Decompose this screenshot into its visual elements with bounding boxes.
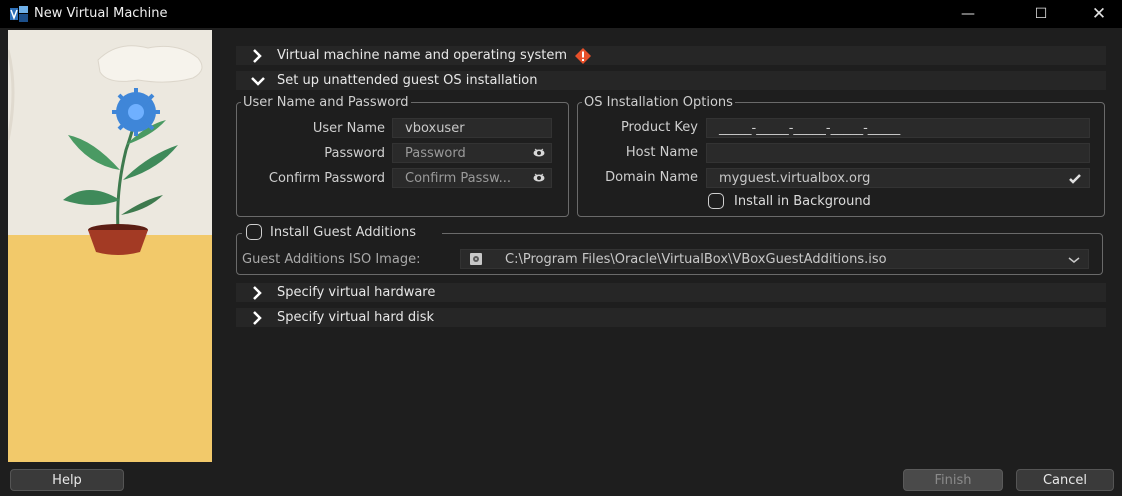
confirm-password-label: Confirm Password xyxy=(268,171,385,186)
username-label: User Name xyxy=(312,121,385,136)
section-unattended[interactable]: Set up unattended guest OS installation xyxy=(236,71,1106,90)
guest-additions-iso-path: C:\Program Files\Oracle\VirtualBox\VBoxG… xyxy=(505,251,887,267)
flower-pot-illustration xyxy=(8,30,212,462)
host-name-input[interactable] xyxy=(706,143,1090,163)
cancel-button[interactable]: Cancel xyxy=(1016,469,1114,491)
confirm-password-input[interactable]: Confirm Passw... xyxy=(392,168,552,188)
title-bar: New Virtual Machine — ☐ ✕ xyxy=(0,0,1122,28)
help-button[interactable]: Help xyxy=(10,469,124,491)
domain-name-value: myguest.virtualbox.org xyxy=(719,170,871,186)
minimize-button[interactable]: — xyxy=(945,0,991,28)
disc-image-icon xyxy=(470,253,482,265)
username-input[interactable]: vboxuser xyxy=(392,118,552,138)
chevron-right-icon xyxy=(251,285,271,300)
wizard-illustration xyxy=(8,30,212,462)
finish-button[interactable]: Finish xyxy=(903,469,1003,491)
chevron-down-icon xyxy=(1068,257,1080,263)
password-input[interactable]: Password xyxy=(392,143,552,163)
virtualbox-icon xyxy=(10,6,28,22)
chevron-right-icon xyxy=(251,48,271,63)
domain-name-input[interactable]: myguest.virtualbox.org xyxy=(706,168,1090,188)
maximize-button[interactable]: ☐ xyxy=(1018,0,1064,28)
user-password-group-title: User Name and Password xyxy=(241,95,411,110)
chevron-right-icon xyxy=(251,310,271,325)
section-hardware-label: Specify virtual hardware xyxy=(277,285,436,300)
close-button[interactable]: ✕ xyxy=(1076,0,1122,28)
section-hardware[interactable]: Specify virtual hardware xyxy=(236,283,1106,302)
install-guest-additions-checkbox[interactable] xyxy=(246,224,262,240)
section-name-os[interactable]: Virtual machine name and operating syste… xyxy=(236,46,1106,65)
install-guest-additions-label: Install Guest Additions xyxy=(270,225,417,240)
os-options-group-title: OS Installation Options xyxy=(582,95,735,110)
product-key-input[interactable]: _____-_____-_____-_____-_____ xyxy=(706,118,1090,138)
show-password-icon[interactable] xyxy=(533,148,545,158)
product-key-label: Product Key xyxy=(620,120,698,135)
domain-name-label: Domain Name xyxy=(605,170,698,185)
password-placeholder: Password xyxy=(405,145,466,161)
show-confirm-password-icon[interactable] xyxy=(533,173,545,183)
install-background-checkbox[interactable] xyxy=(708,193,724,209)
host-name-label: Host Name xyxy=(625,145,698,160)
section-hard-disk-label: Specify virtual hard disk xyxy=(277,310,435,325)
guest-additions-iso-label: Guest Additions ISO Image: xyxy=(242,252,421,267)
confirm-password-placeholder: Confirm Passw... xyxy=(405,170,511,186)
section-hard-disk[interactable]: Specify virtual hard disk xyxy=(236,308,1106,327)
window-title: New Virtual Machine xyxy=(34,6,168,21)
product-key-mask: _____-_____-_____-_____-_____ xyxy=(719,120,901,136)
checkmark-icon xyxy=(1069,174,1081,184)
chevron-down-icon xyxy=(251,75,271,87)
password-label: Password xyxy=(324,146,385,161)
username-value: vboxuser xyxy=(405,120,465,136)
section-name-os-label: Virtual machine name and operating syste… xyxy=(277,48,568,63)
guest-additions-iso-select[interactable]: C:\Program Files\Oracle\VirtualBox\VBoxG… xyxy=(460,249,1089,269)
section-unattended-label: Set up unattended guest OS installation xyxy=(277,73,538,88)
install-background-label: Install in Background xyxy=(734,194,871,209)
warning-icon xyxy=(575,47,592,64)
